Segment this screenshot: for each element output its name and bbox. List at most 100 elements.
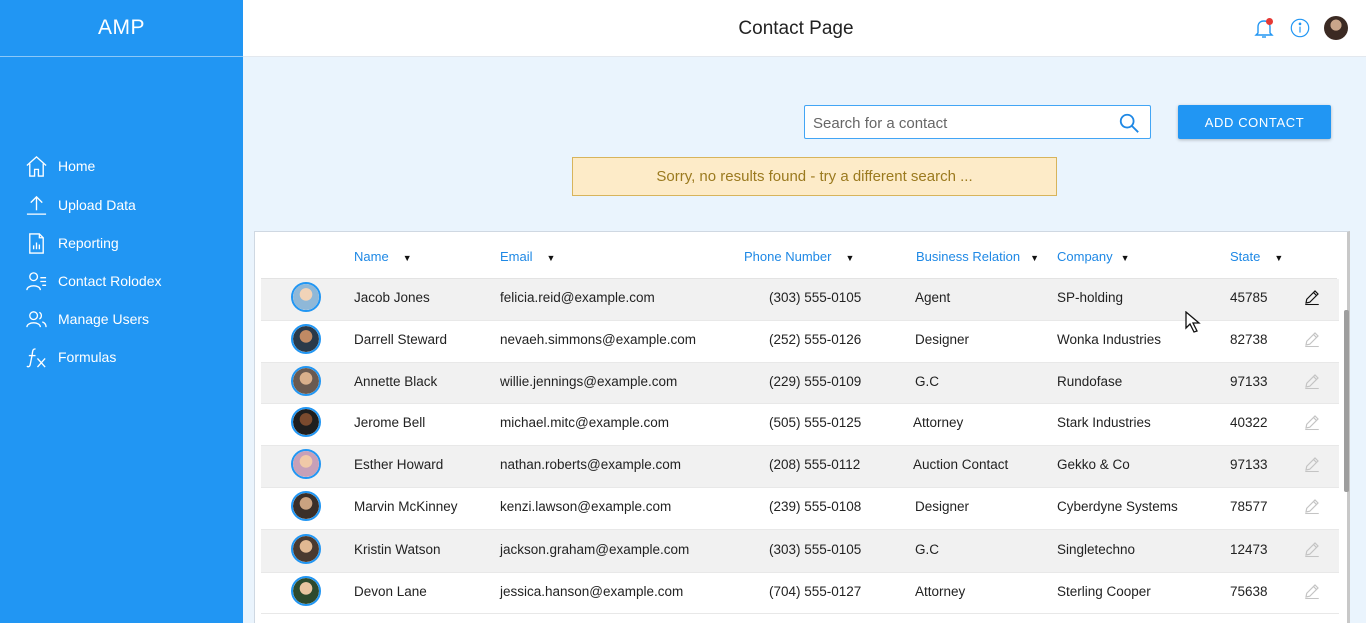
cell-relation: Attorney <box>913 415 964 430</box>
avatar <box>291 282 321 312</box>
cell-company: SP-holding <box>1057 290 1124 305</box>
column-label: State <box>1230 249 1261 264</box>
cell-state: 12473 <box>1230 541 1268 557</box>
scrollbar[interactable] <box>1344 310 1349 492</box>
report-icon <box>29 232 44 254</box>
cell-state: 45785 <box>1230 290 1268 305</box>
cell-name: Darrell Steward <box>354 332 448 347</box>
cell-email: felicia.reid@example.com <box>500 290 655 305</box>
cell-state: 97133 <box>1230 373 1268 389</box>
sidebar-item-formulas[interactable]: Formulas <box>0 338 243 376</box>
avatar <box>291 533 321 564</box>
column-label: Company <box>1057 249 1113 264</box>
sidebar-item-upload-data[interactable]: Upload Data <box>0 186 243 224</box>
sidebar-item-label: Manage Users <box>58 311 150 327</box>
cell-name: Jerome Bell <box>354 415 426 430</box>
column-header-company[interactable]: Company ▼ <box>1057 249 1130 264</box>
cell-company: Stark Industries <box>1057 415 1151 430</box>
column-header-business-relation[interactable]: Business Relation ▼ <box>916 249 1039 264</box>
table-row[interactable]: Jacob Jones felicia.reid@example.com (303)… <box>261 279 1339 321</box>
cell-state: 97133 <box>1230 457 1268 472</box>
cell-name: Kristin Watson <box>354 541 441 557</box>
cell-email: kenzi.lawson@example.com <box>500 499 672 514</box>
cell-phone: (252) 555-0126 <box>769 332 862 347</box>
upload-icon <box>26 195 47 215</box>
cell-state: 40322 <box>1230 415 1268 430</box>
sort-arrow-icon[interactable]: ▼ <box>1274 253 1283 263</box>
user-avatar[interactable] <box>1324 16 1348 40</box>
notifications-button[interactable] <box>1252 16 1276 40</box>
sidebar-item-label: Reporting <box>58 235 119 251</box>
cell-email: nevaeh.simmons@example.com <box>500 332 697 347</box>
cell-phone: (229) 555-0109 <box>769 373 862 389</box>
cell-state: 78577 <box>1230 499 1268 514</box>
function-icon <box>26 347 46 368</box>
column-header-email[interactable]: Email ▼ <box>500 249 555 264</box>
cell-email: jackson.graham@example.com <box>500 541 690 557</box>
home-icon <box>26 155 47 177</box>
table-row[interactable]: Darrell Steward nevaeh.simmons@example.co… <box>261 321 1339 363</box>
edit-icon[interactable] <box>1303 455 1321 473</box>
cell-phone: (303) 555-0105 <box>769 290 862 305</box>
sidebar-item-manage-users[interactable]: Manage Users <box>0 300 243 338</box>
avatar <box>291 324 321 354</box>
sidebar-item-contact-rolodex[interactable]: Contact Rolodex <box>0 262 243 300</box>
cell-phone: (208) 555-0112 <box>769 457 861 472</box>
users-icon <box>26 310 47 327</box>
avatar <box>291 365 321 396</box>
column-header-state[interactable]: State ▼ <box>1230 249 1283 264</box>
avatar <box>291 575 321 606</box>
contacts-table: Name ▼ Email ▼ Phone Number ▼ Business Rela… <box>254 231 1350 623</box>
edit-icon[interactable] <box>1303 372 1321 390</box>
search-icon[interactable] <box>1118 112 1140 134</box>
sidebar-item-label: Contact Rolodex <box>58 273 162 289</box>
sort-arrow-icon[interactable]: ▼ <box>845 253 854 263</box>
edit-icon[interactable] <box>1303 330 1321 348</box>
search-input[interactable] <box>813 112 1113 134</box>
cell-phone: (303) 555-0105 <box>769 541 862 557</box>
sort-arrow-icon[interactable]: ▼ <box>1121 253 1130 263</box>
mouse-cursor-icon <box>1185 311 1201 333</box>
edit-icon[interactable] <box>1303 582 1321 600</box>
info-icon[interactable] <box>1289 17 1311 39</box>
column-label: Name <box>354 249 389 264</box>
table-body: Jacob Jones felicia.reid@example.com (303)… <box>261 279 1339 614</box>
sidebar-item-label: Home <box>58 158 96 174</box>
no-results-alert: Sorry, no results found - try a differen… <box>572 157 1057 196</box>
column-header-name[interactable]: Name ▼ <box>354 249 412 264</box>
add-contact-button[interactable]: ADD CONTACT <box>1178 105 1331 139</box>
search-box <box>804 105 1151 139</box>
cell-name: Devon Lane <box>354 583 427 599</box>
cell-state: 75638 <box>1230 583 1268 599</box>
cell-relation: Attorney <box>915 583 966 599</box>
table-row[interactable]: Kristin Watson jackson.graham@example.com… <box>261 530 1339 573</box>
edit-icon[interactable] <box>1303 540 1321 558</box>
contacts-icon <box>26 271 47 290</box>
notification-dot <box>1266 18 1273 25</box>
column-header-phone[interactable]: Phone Number ▼ <box>744 249 854 264</box>
edit-icon[interactable] <box>1303 288 1321 306</box>
top-actions <box>1252 16 1348 40</box>
column-label: Business Relation <box>916 249 1021 264</box>
table-row[interactable]: Jerome Bell michael.mitc@example.com (505)… <box>261 404 1339 446</box>
cell-company: Rundofase <box>1057 373 1123 389</box>
sort-arrow-icon[interactable]: ▼ <box>403 253 412 263</box>
table-row[interactable]: Annette Black willie.jennings@example.com… <box>261 363 1339 404</box>
sidebar-item-home[interactable]: Home <box>0 146 243 186</box>
edit-icon[interactable] <box>1303 413 1321 431</box>
cell-name: Marvin McKinney <box>354 499 458 514</box>
cell-company: Singletechno <box>1057 541 1136 557</box>
sort-arrow-icon[interactable]: ▼ <box>547 253 556 263</box>
cell-relation: Designer <box>915 499 970 514</box>
cell-name: Annette Black <box>354 373 438 389</box>
table-row[interactable]: Devon Lane jessica.hanson@example.com (704… <box>261 573 1339 614</box>
table-row[interactable]: Marvin McKinney kenzi.lawson@example.com (… <box>261 488 1339 530</box>
avatar <box>291 491 321 521</box>
cell-email: willie.jennings@example.com <box>500 373 678 389</box>
page-title: Contact Page <box>738 18 854 39</box>
table-row[interactable]: Esther Howard nathan.roberts@example.com (… <box>261 446 1339 488</box>
edit-icon[interactable] <box>1303 497 1321 515</box>
sort-arrow-icon[interactable]: ▼ <box>1030 253 1039 263</box>
cell-phone: (239) 555-0108 <box>769 499 862 514</box>
sidebar-item-reporting[interactable]: Reporting <box>0 224 243 262</box>
